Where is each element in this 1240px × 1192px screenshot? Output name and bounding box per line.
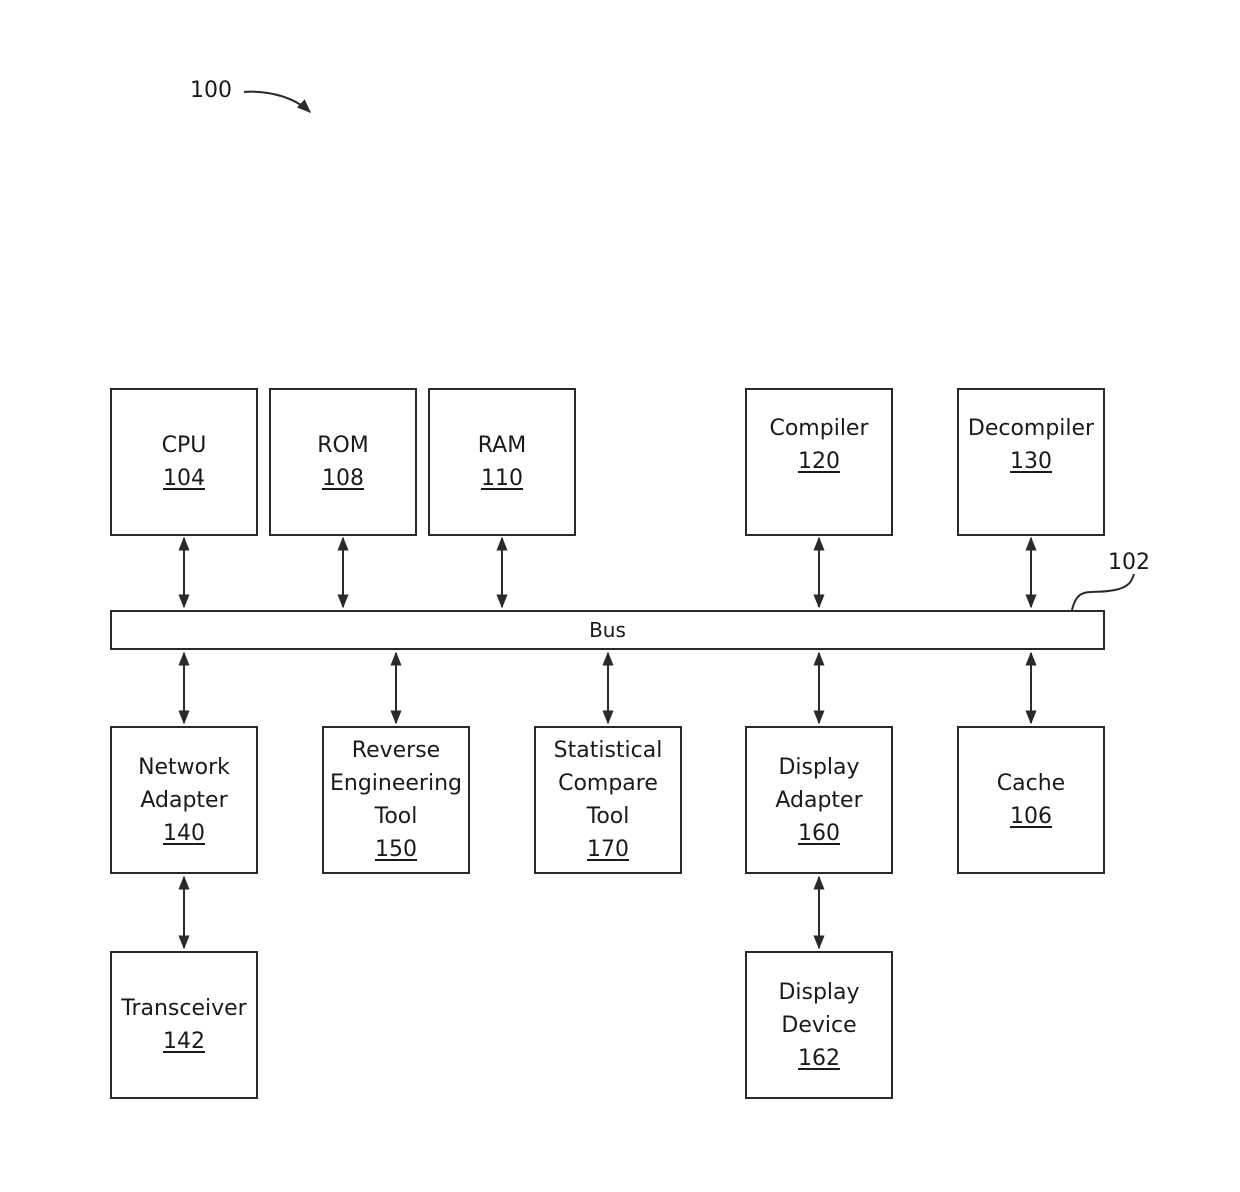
block-cpu: CPU 104 [110, 388, 258, 536]
block-label: Reverse [351, 738, 441, 763]
bus-block: Bus [110, 610, 1105, 650]
block-label: Adapter [140, 787, 228, 813]
block-compiler: Compiler 120 [745, 388, 893, 536]
block-reverse-tool: Reverse Engineering Tool 150 [322, 726, 470, 874]
block-label: Decompiler [967, 416, 1095, 441]
block-display-adapter: Display Adapter 160 [745, 726, 893, 874]
block-ref-number: 104 [163, 466, 205, 491]
block-ref-number: 170 [587, 837, 629, 862]
block-display-device: Display Device 162 [745, 951, 893, 1099]
block-label: Network [138, 754, 230, 780]
block-label: RAM [477, 433, 527, 458]
block-label: Compare [558, 771, 658, 796]
block-ref-number: 150 [375, 837, 417, 862]
block-ref-number: 130 [1010, 449, 1052, 474]
block-label: ROM [317, 433, 369, 458]
block-label: Adapter [775, 787, 863, 813]
block-cache: Cache 106 [957, 726, 1105, 874]
block-label: Device [781, 1012, 857, 1038]
block-label: Cache [996, 771, 1066, 796]
block-network-adapter: Network Adapter 140 [110, 726, 258, 874]
figure-ref-label: 100 [190, 78, 232, 103]
block-ref-number: 110 [481, 466, 523, 491]
block-ref-number: 160 [798, 820, 840, 846]
bus-ref-leader [1071, 573, 1135, 611]
bus-label: Bus [589, 618, 626, 642]
block-label: Display [778, 979, 860, 1005]
block-ref-number: 106 [1010, 804, 1052, 829]
block-label: Engineering [330, 771, 462, 796]
block-label: Display [778, 754, 860, 780]
block-decompiler: Decompiler 130 [957, 388, 1105, 536]
block-label: Tool [586, 804, 630, 829]
block-ref-number: 162 [798, 1045, 840, 1071]
block-rom: ROM 108 [269, 388, 417, 536]
block-ref-number: 120 [798, 449, 840, 474]
block-label: Transceiver [121, 996, 247, 1021]
block-ram: RAM 110 [428, 388, 576, 536]
bus-ref-label: 102 [1108, 550, 1150, 575]
block-ref-number: 140 [163, 820, 205, 846]
block-statistical-tool: Statistical Compare Tool 170 [534, 726, 682, 874]
block-ref-number: 108 [322, 466, 364, 491]
figure-ref-arrow [243, 90, 312, 113]
block-label: CPU [161, 433, 207, 458]
block-label: Tool [374, 804, 418, 829]
block-ref-number: 142 [163, 1029, 205, 1054]
block-label: Statistical [553, 738, 663, 763]
block-transceiver: Transceiver 142 [110, 951, 258, 1099]
block-label: Compiler [769, 416, 869, 441]
